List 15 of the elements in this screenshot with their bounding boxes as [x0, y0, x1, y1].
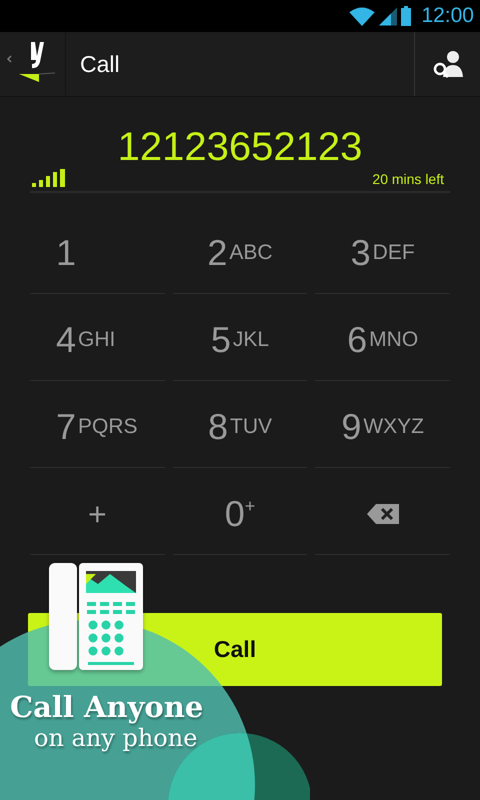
dialed-number: 12123652123 — [116, 125, 364, 169]
promo-subline: on any phone — [34, 724, 198, 752]
battery-icon — [401, 6, 412, 26]
minutes-left: 20 mins left — [372, 171, 444, 187]
promo-headline: Call Anyone — [10, 690, 204, 724]
screen-title: Call — [80, 50, 121, 78]
status-time: 12:00 — [421, 4, 474, 28]
dial-key[interactable]: 1 — [30, 213, 165, 294]
plus-key[interactable]: + — [30, 474, 165, 555]
wifi-icon — [349, 6, 376, 26]
signal-strength-icon — [32, 169, 66, 187]
signal-icon — [379, 6, 398, 26]
zero-key[interactable]: 0$^{+}$ — [172, 474, 308, 555]
backspace-icon — [366, 504, 399, 524]
desk-phone-icon — [48, 562, 144, 672]
